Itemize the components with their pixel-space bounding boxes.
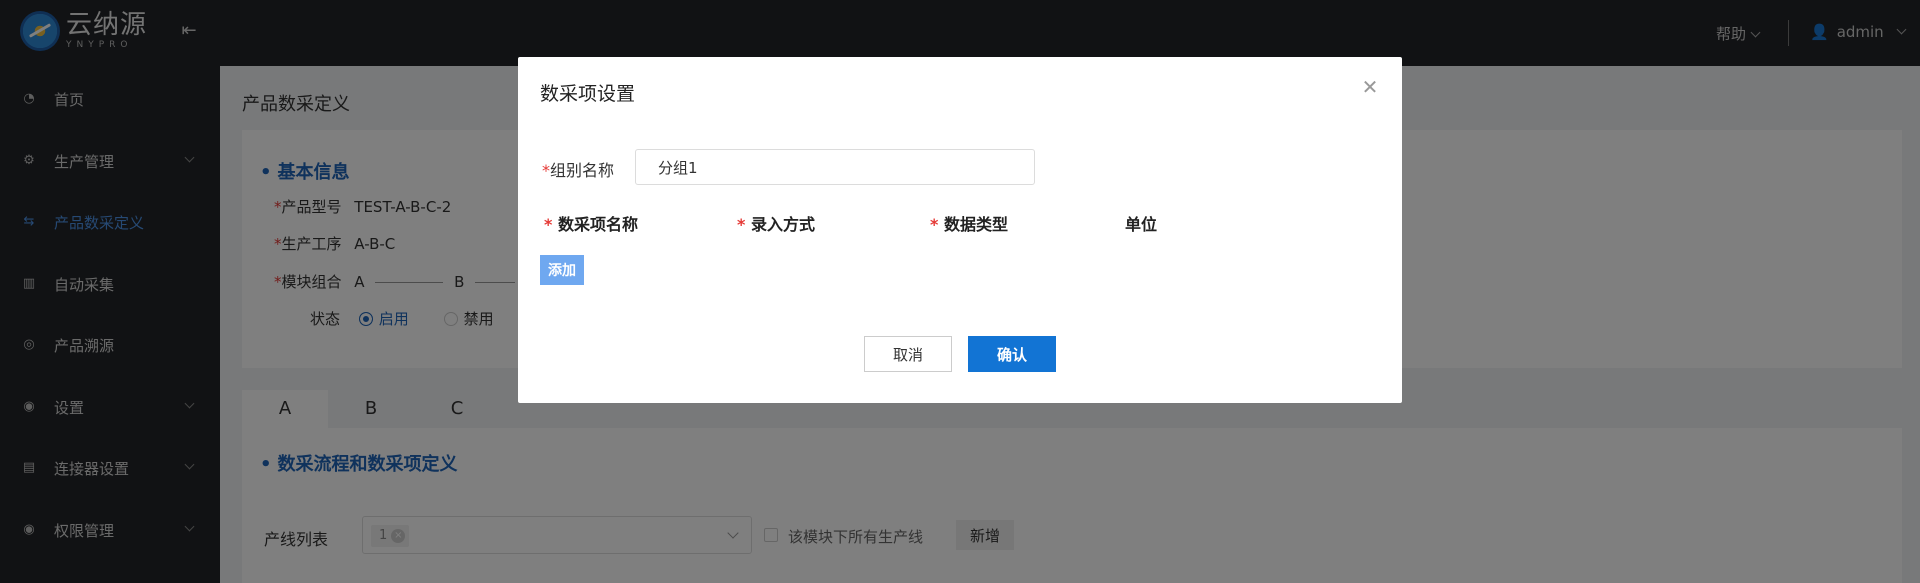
group-name-input[interactable] <box>635 149 1035 185</box>
column-header-unit: 单位 <box>1125 215 1158 234</box>
column-header-data-type: * 数据类型 <box>930 215 1008 234</box>
collection-item-dialog: 数采项设置 ✕ *组别名称 * 数采项名称 * 录入方式 * 数据类型 单位 添… <box>518 57 1402 403</box>
confirm-button[interactable]: 确认 <box>968 336 1056 372</box>
add-button[interactable]: 添加 <box>540 255 584 285</box>
cancel-button[interactable]: 取消 <box>864 336 952 372</box>
column-header-item-name: * 数采项名称 <box>544 215 638 234</box>
column-header-input-method: * 录入方式 <box>737 215 815 234</box>
dialog-title: 数采项设置 <box>540 83 636 105</box>
close-icon[interactable]: ✕ <box>1360 77 1380 97</box>
group-name-label: *组别名称 <box>542 161 615 180</box>
